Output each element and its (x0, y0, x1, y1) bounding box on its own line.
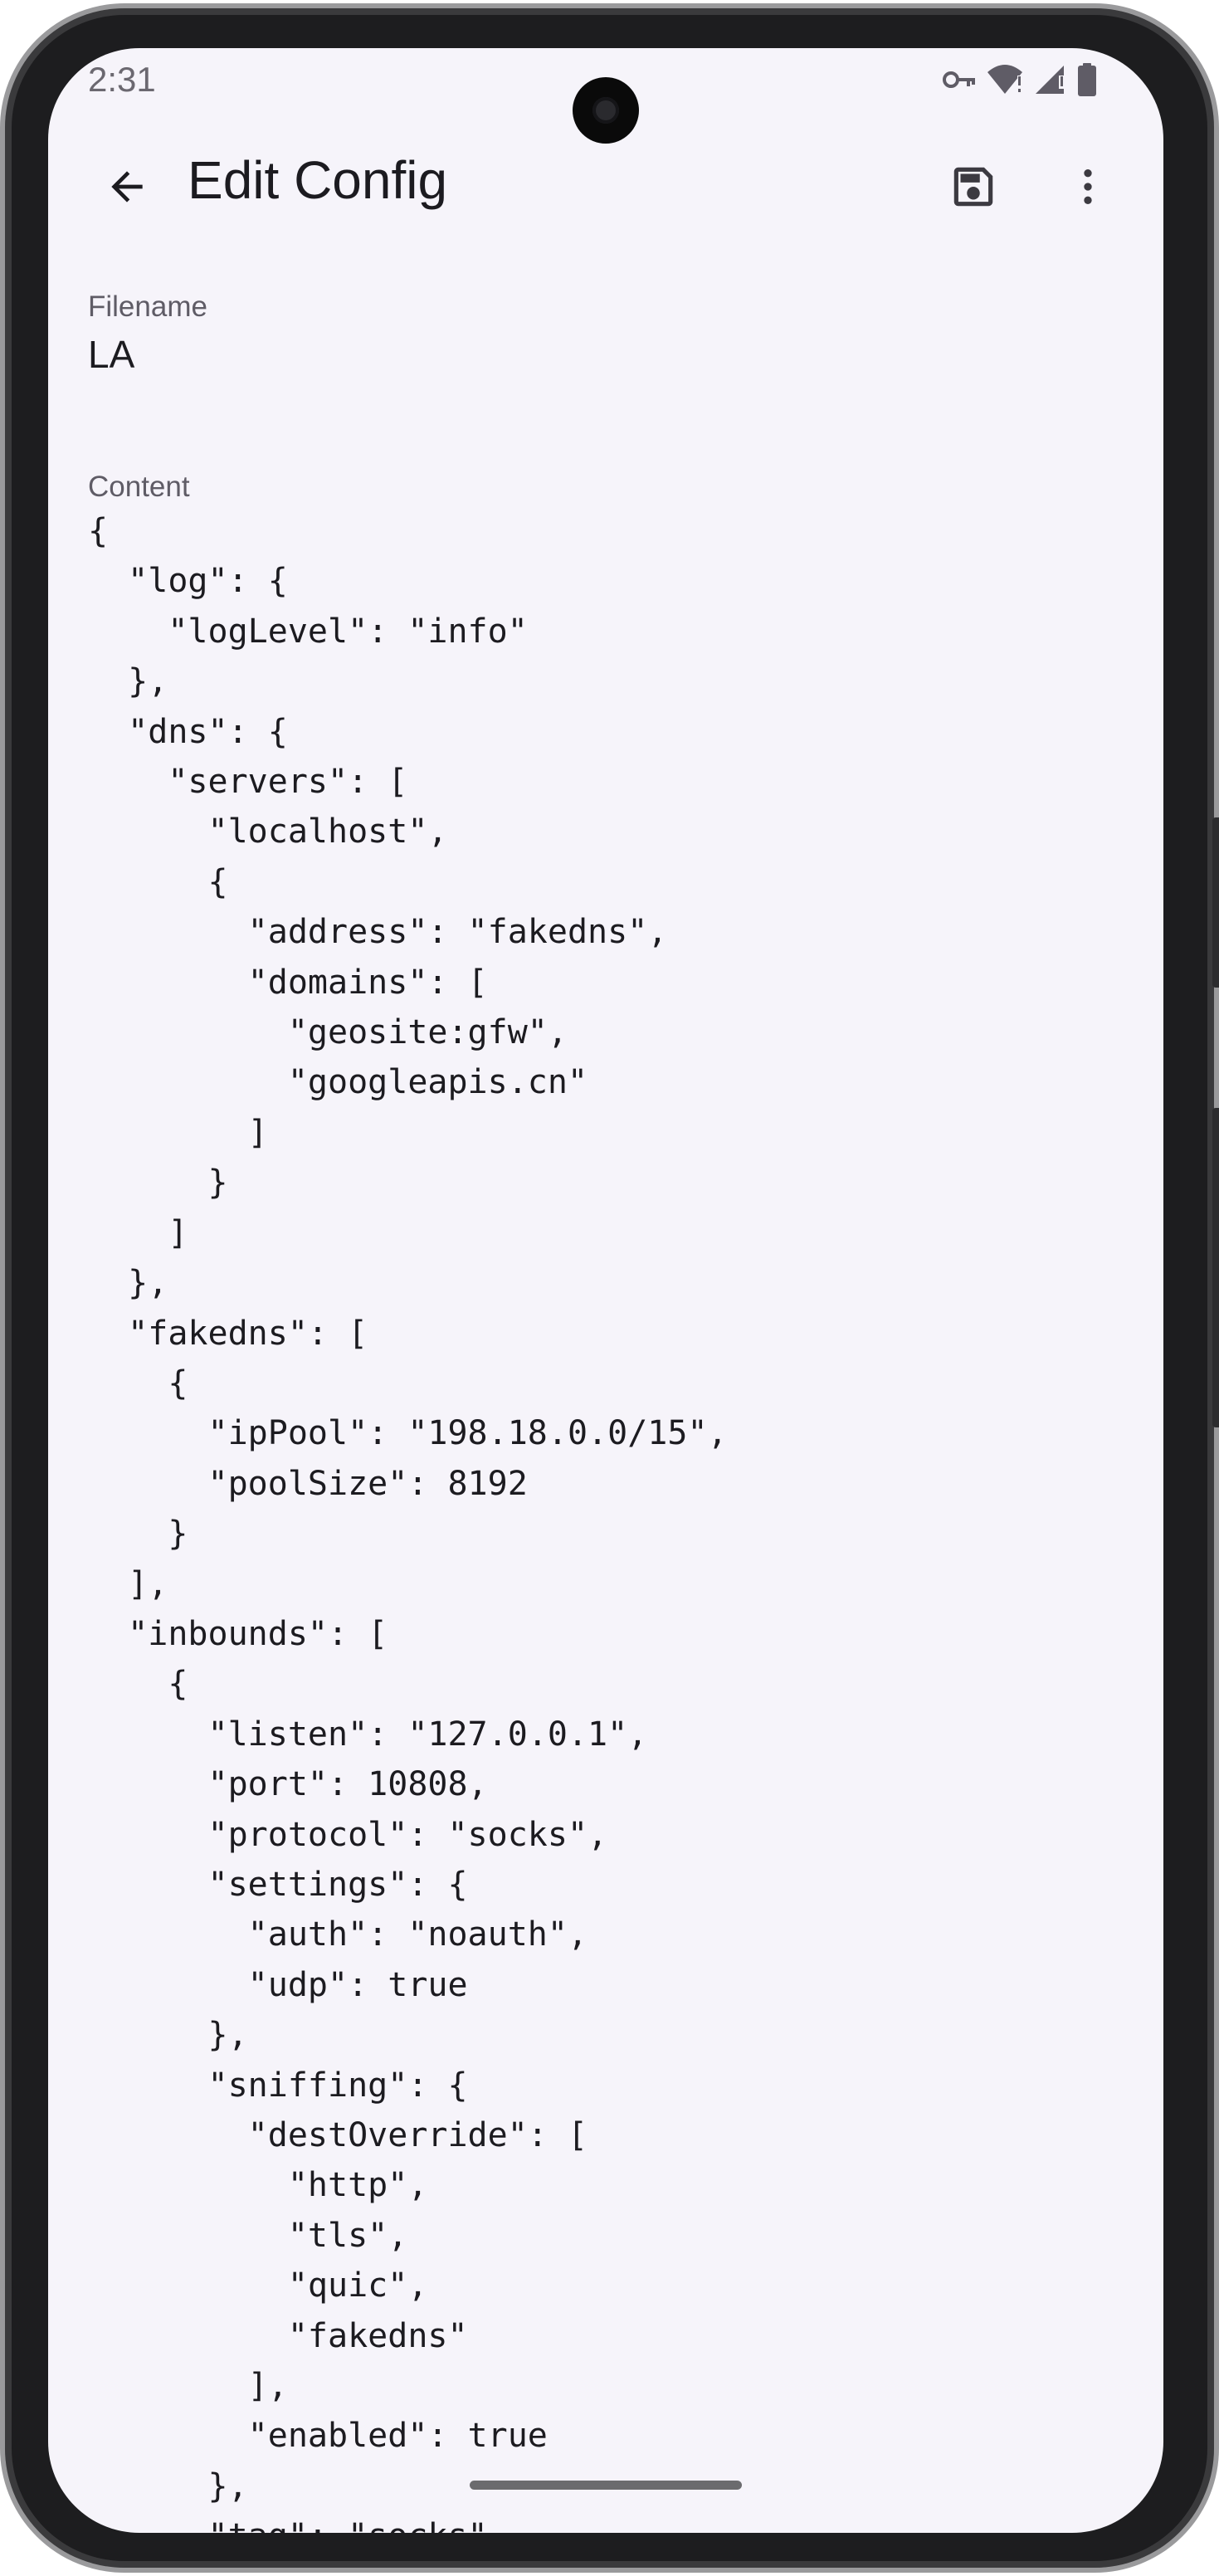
code-line: "fakedns": [ (88, 1314, 368, 1353)
code-line: "sniffing": { (88, 2066, 468, 2105)
code-line: "localhost", (88, 812, 448, 851)
code-line: "logLevel": "info" (88, 612, 528, 651)
code-line: { (88, 512, 109, 550)
code-line: "poolSize": 8192 (88, 1464, 528, 1503)
status-time: 2:31 (88, 60, 156, 99)
code-line: "log": { (88, 562, 288, 601)
signal-icon (1034, 64, 1067, 95)
code-line: "listen": "127.0.0.1", (88, 1715, 648, 1754)
code-line: ], (88, 1564, 168, 1603)
page-title: Edit Config (188, 150, 448, 210)
filename-label: Filename (88, 290, 207, 323)
code-line: }, (88, 2016, 248, 2055)
code-line: "servers": [ (88, 763, 408, 802)
code-line: ] (88, 1113, 268, 1152)
code-line: "domains": [ (88, 963, 488, 1002)
gesture-nav-handle[interactable] (470, 2481, 742, 2490)
code-line: }, (88, 1264, 168, 1303)
power-button (1212, 1108, 1219, 1427)
code-line: "destOverride": [ (88, 2116, 588, 2154)
status-icons (943, 63, 1097, 96)
content-label: Content (88, 471, 190, 503)
code-line: "dns": { (88, 712, 288, 751)
phone-device: 2:31 Edit Config Filename LA Content {"… (0, 0, 1219, 2576)
save-icon (948, 161, 999, 217)
code-line: "geosite:gfw", (88, 1013, 568, 1052)
code-line: ] (88, 1213, 188, 1252)
code-line: { (88, 862, 228, 901)
arrow-back-icon (104, 163, 150, 214)
code-line: ], (88, 2367, 288, 2406)
code-line: "http", (88, 2166, 428, 2205)
back-button[interactable] (90, 151, 164, 226)
more-options-button[interactable] (1051, 151, 1125, 226)
code-line: "inbounds": [ (88, 1614, 388, 1653)
vpn-key-icon (943, 70, 976, 90)
filename-field[interactable]: LA (88, 332, 134, 377)
app-screen: 2:31 Edit Config Filename LA Content {"… (48, 48, 1163, 2533)
code-line: "googleapis.cn" (88, 1063, 588, 1102)
code-line: "auth": "noauth", (88, 1915, 588, 1954)
code-line: "address": "fakedns", (88, 913, 668, 952)
code-line: "fakedns" (88, 2316, 468, 2355)
code-line: "protocol": "socks", (88, 1815, 608, 1854)
code-line: "udp": true (88, 1965, 468, 2004)
code-line: "port": 10808, (88, 1765, 488, 1804)
code-line: "ipPool": "198.18.0.0/15", (88, 1414, 728, 1453)
wifi-icon (986, 64, 1024, 95)
code-line: "settings": { (88, 1865, 468, 1904)
battery-icon (1077, 63, 1097, 96)
code-line: "enabled": true (88, 2417, 548, 2456)
code-line: "quic", (88, 2266, 428, 2305)
content-editor[interactable]: { "log": { "logLevel": "info" }, "dns": … (88, 506, 1125, 2533)
code-line: }, (88, 662, 168, 701)
code-line: } (88, 1515, 188, 1554)
code-line: { (88, 1665, 188, 1704)
save-button[interactable] (936, 151, 1011, 226)
code-line: "tls", (88, 2216, 408, 2255)
volume-button (1212, 817, 1219, 988)
code-line: "tag": "socks" (88, 2511, 1125, 2533)
front-camera (573, 77, 639, 144)
code-line: } (88, 1164, 228, 1203)
more-vert-icon (1065, 163, 1111, 214)
code-line: { (88, 1364, 188, 1403)
